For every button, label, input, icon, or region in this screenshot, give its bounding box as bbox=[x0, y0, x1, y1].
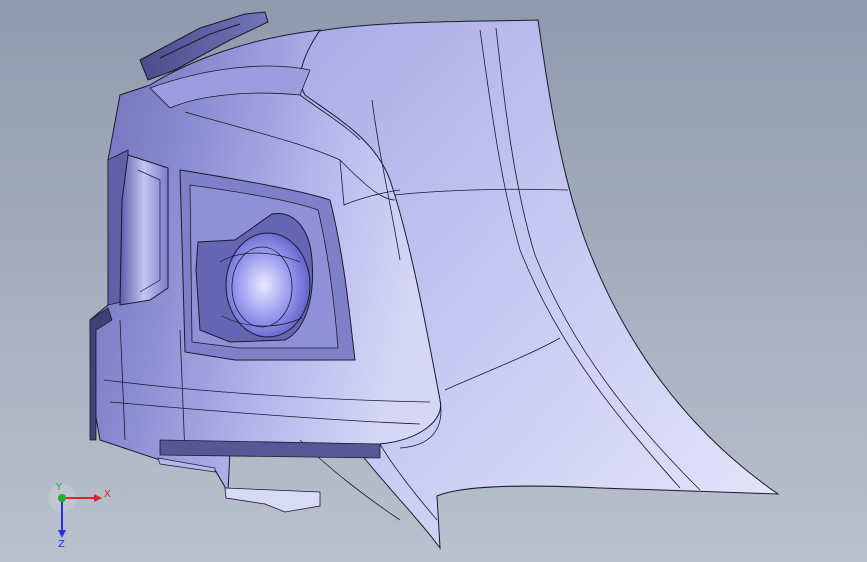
graphics-viewport[interactable]: X Y Z bbox=[0, 0, 867, 562]
x-axis-label: X bbox=[104, 489, 111, 500]
fog-lamp-lens bbox=[225, 232, 311, 338]
z-axis-label: Z bbox=[58, 539, 65, 548]
side-recess bbox=[119, 154, 169, 306]
y-axis-dot bbox=[58, 494, 66, 502]
bumper-3d-model[interactable] bbox=[0, 0, 867, 562]
lower-bracket bbox=[224, 487, 321, 513]
coordinate-triad: X Y Z bbox=[48, 482, 111, 548]
y-axis-label: Y bbox=[55, 482, 63, 493]
